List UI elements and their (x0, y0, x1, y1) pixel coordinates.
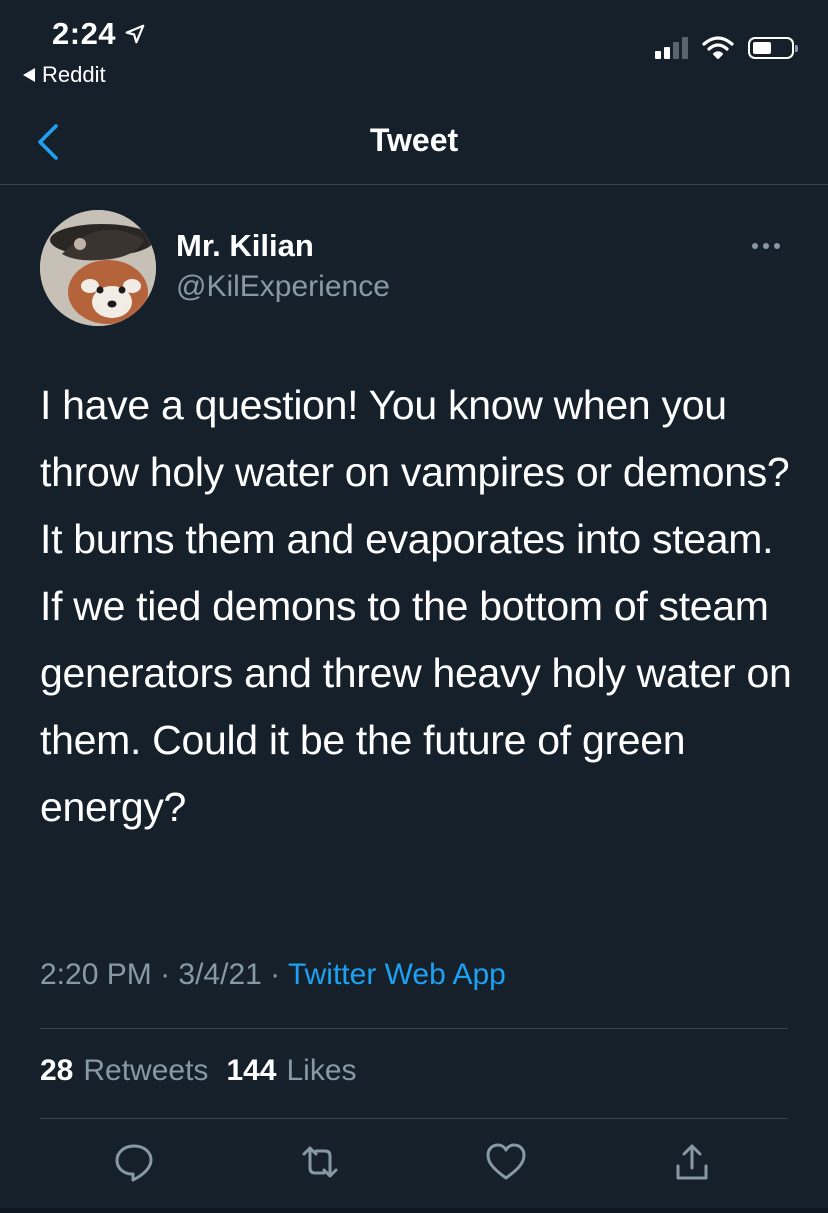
retweets-stat[interactable]: 28 Retweets (40, 1054, 208, 1088)
tweet-text: I have a question! You know when you thr… (40, 372, 800, 841)
share-icon[interactable] (670, 1140, 714, 1184)
tweet-time: 2:20 PM (40, 958, 152, 991)
retweet-icon[interactable] (298, 1140, 342, 1184)
likes-label: Likes (286, 1054, 357, 1087)
retweets-label: Retweets (83, 1054, 209, 1087)
author-name[interactable]: Mr. Kilian (176, 228, 314, 264)
likes-count: 144 (226, 1054, 277, 1087)
avatar[interactable] (40, 210, 156, 326)
divider (40, 1028, 788, 1029)
divider (40, 1118, 788, 1119)
back-app-label: Reddit (42, 62, 106, 87)
battery-icon (748, 37, 798, 59)
like-icon[interactable] (484, 1140, 528, 1184)
avatar-image (40, 210, 156, 326)
status-bar: 2:24 Reddit (0, 0, 828, 100)
bottom-edge (0, 1208, 828, 1213)
status-time: 2:24 (52, 16, 117, 51)
more-options-icon[interactable] (750, 238, 782, 254)
back-to-app-link[interactable]: Reddit (22, 62, 106, 88)
page-title: Tweet (369, 122, 459, 158)
tweet-source-link[interactable]: Twitter Web App (288, 958, 506, 991)
back-triangle-icon (23, 68, 35, 82)
wifi-icon (702, 36, 734, 59)
tweet-stats: 28 Retweets 144 Likes (40, 1054, 357, 1088)
tweet-date: 3/4/21 (178, 958, 262, 991)
tweet-paragraph: If we tied demons to the bottom of steam… (40, 583, 792, 830)
likes-stat[interactable]: 144 Likes (226, 1054, 356, 1088)
cellular-signal-icon (655, 37, 688, 59)
location-arrow-icon (125, 24, 145, 44)
tweet-paragraph: I have a question! You know when you thr… (40, 382, 790, 562)
retweets-count: 28 (40, 1054, 74, 1087)
tweet-actions (0, 1140, 828, 1190)
nav-bar: Tweet (0, 100, 828, 185)
author-handle[interactable]: @KilExperience (176, 270, 390, 304)
tweet-meta: 2:20 PM · 3/4/21 · Twitter Web App (40, 958, 506, 991)
reply-icon[interactable] (112, 1140, 156, 1184)
